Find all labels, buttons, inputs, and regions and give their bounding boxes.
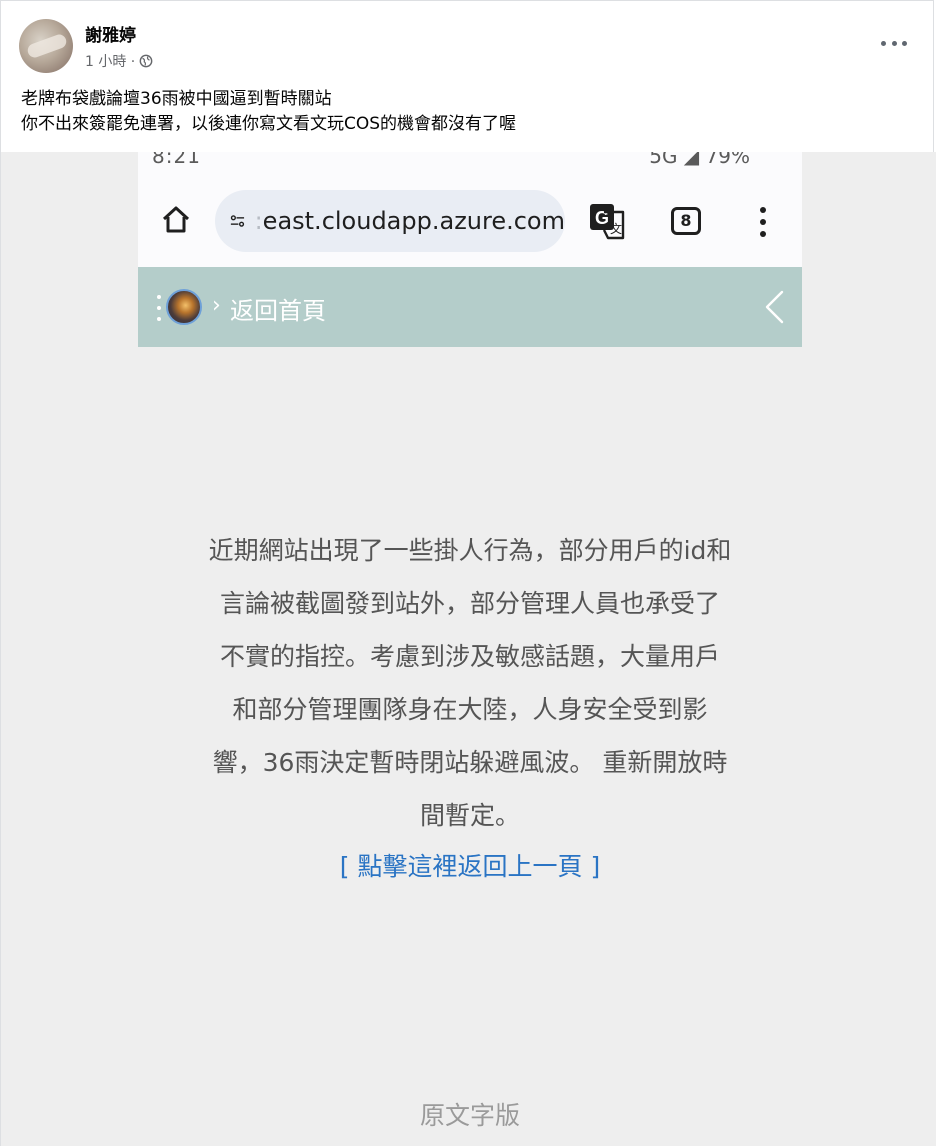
site-settings-icon[interactable] (229, 209, 247, 233)
notice-line: 不實的指控。考慮到涉及敏感話題，大量用戶 (219, 642, 720, 671)
status-bar: 8:21 5G ◢ 79% (152, 152, 792, 168)
original-text-version-link[interactable]: 原文字版 (151, 1096, 789, 1132)
home-icon[interactable] (160, 204, 192, 236)
author-avatar[interactable] (19, 19, 73, 73)
post-text: 老牌布袋戲論壇36雨被中國逼到暫時關站 你不出來簽罷免連署，以後連你寫文看文玩C… (21, 87, 516, 137)
site-logo-avatar[interactable] (166, 289, 202, 325)
address-bar[interactable]: :east.cloudapp.azure.com (215, 190, 565, 252)
notice-line: 言論被截圖發到站外，部分管理人員也承受了 (219, 589, 720, 618)
drag-dots-icon (157, 295, 161, 321)
chevron-left-icon[interactable] (762, 289, 786, 325)
post-header: 謝雅婷 1 小時 · 老牌布袋戲論壇36雨被中國逼到暫時關站 你不出來簽罷免連署… (0, 0, 934, 152)
breadcrumb-separator: › (212, 293, 221, 318)
site-header-bar: › 返回首頁 (138, 267, 802, 347)
browser-menu-icon[interactable] (758, 207, 768, 237)
globe-icon (139, 54, 153, 68)
notice-line: 間暫定。 (419, 801, 520, 830)
attached-screenshot[interactable]: 8:21 5G ◢ 79% :east.cloudapp.azure.com G… (0, 152, 936, 1146)
status-indicators: 5G ◢ 79% (649, 152, 750, 168)
back-to-previous-link[interactable]: [ 點擊這裡返回上一頁 ] (151, 847, 789, 883)
url-text[interactable]: :east.cloudapp.azure.com (255, 207, 565, 235)
breadcrumb-home-link[interactable]: 返回首頁 (230, 291, 326, 326)
notice-line: 和部分管理團隊身在大陸，人身安全受到影 (232, 695, 708, 724)
post-text-line: 老牌布袋戲論壇36雨被中國逼到暫時關站 (21, 89, 332, 109)
svg-text:文: 文 (610, 221, 622, 236)
post-meta: 1 小時 · (85, 51, 153, 71)
browser-chrome: 8:21 5G ◢ 79% :east.cloudapp.azure.com G… (138, 152, 802, 267)
closure-notice: 近期網站出現了一些掛人行為，部分用戶的id和 言論被截圖發到站外，部分管理人員也… (151, 524, 789, 842)
post-time[interactable]: 1 小時 · (85, 51, 135, 71)
notice-line: 響，36雨決定暫時閉站躲避風波。 重新開放時 (212, 748, 728, 777)
translate-icon[interactable]: G 文 (588, 202, 626, 240)
notice-line: 近期網站出現了一些掛人行為，部分用戶的id和 (208, 536, 732, 565)
author-name[interactable]: 謝雅婷 (85, 21, 136, 46)
post-text-line: 你不出來簽罷免連署，以後連你寫文看文玩COS的機會都沒有了喔 (21, 114, 517, 134)
tabs-count-icon[interactable]: 8 (671, 207, 701, 235)
status-time: 8:21 (152, 152, 201, 168)
more-options-icon[interactable] (881, 33, 907, 53)
